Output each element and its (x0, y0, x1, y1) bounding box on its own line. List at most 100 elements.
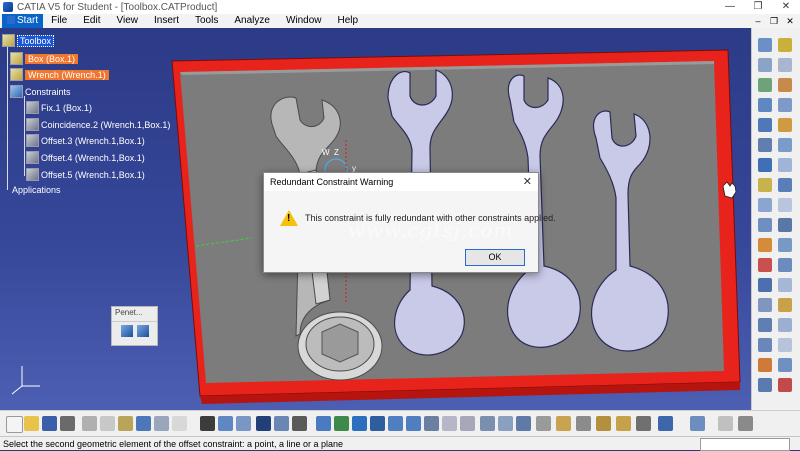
hide-show-icon[interactable] (498, 416, 513, 431)
undo-icon[interactable] (136, 416, 151, 431)
iso-view-icon[interactable] (460, 416, 475, 431)
pan-icon[interactable] (352, 416, 367, 431)
fast-multi-instantiation-icon[interactable] (778, 98, 792, 112)
sketch-icon[interactable] (718, 416, 733, 431)
redo-icon[interactable] (154, 416, 169, 431)
quick-constraint-icon[interactable] (758, 198, 772, 212)
open-icon[interactable] (24, 416, 39, 431)
ok-button[interactable]: OK (465, 249, 525, 266)
measure-between-icon[interactable] (658, 416, 673, 431)
explode-icon[interactable] (758, 298, 772, 312)
update-icon[interactable] (758, 238, 772, 252)
shading-icon[interactable] (480, 416, 495, 431)
material-icon[interactable] (556, 416, 571, 431)
ground-icon[interactable] (636, 416, 651, 431)
publication-icon[interactable] (758, 338, 772, 352)
rotate-icon[interactable] (370, 416, 385, 431)
angle-icon[interactable] (778, 158, 792, 172)
offset-icon[interactable] (758, 158, 772, 172)
reorder-icon[interactable] (778, 78, 792, 92)
space-analysis-icon[interactable] (758, 378, 772, 392)
comment-icon[interactable] (236, 416, 251, 431)
clash-check-icon[interactable] (778, 238, 792, 252)
formula-icon[interactable] (200, 416, 215, 431)
close-button[interactable]: ✕ (772, 0, 800, 14)
replace-component-icon[interactable] (758, 78, 772, 92)
menu-help[interactable]: Help (330, 14, 367, 28)
save-icon[interactable] (42, 416, 57, 431)
text-icon[interactable] (778, 318, 792, 332)
dialog-close-button[interactable]: ✕ (523, 173, 532, 191)
copy-icon[interactable] (100, 416, 115, 431)
command-input[interactable] (700, 438, 790, 451)
menu-analyze[interactable]: Analyze (226, 14, 278, 28)
tree-node-offset-4[interactable]: Offset.4 (Wrench.1,Box.1) (26, 151, 145, 164)
fix-together-icon[interactable] (778, 178, 792, 192)
apply-material-icon[interactable] (616, 416, 631, 431)
tree-node-fix[interactable]: Fix.1 (Box.1) (26, 101, 92, 114)
render-style-icon[interactable] (536, 416, 551, 431)
flexible-icon[interactable] (778, 198, 792, 212)
tree-node-constraints[interactable]: Constraints (10, 85, 71, 98)
doc-restore-button[interactable]: ❐ (768, 15, 780, 27)
snap-icon[interactable] (778, 118, 792, 132)
multi-instantiation-icon[interactable] (758, 98, 772, 112)
measure-icon[interactable] (758, 278, 772, 292)
menu-file[interactable]: File (43, 14, 75, 28)
gear-assembly-icon[interactable] (758, 38, 772, 52)
tree-node-wrench[interactable]: Wrench (Wrench.1) (10, 68, 109, 81)
bom-icon[interactable] (758, 358, 772, 372)
doc-minimize-button[interactable]: – (752, 15, 764, 27)
doc-close-button[interactable]: ✕ (784, 15, 796, 27)
paste-icon[interactable] (118, 416, 133, 431)
section-icon[interactable] (758, 258, 772, 272)
restore-button[interactable]: ❐ (744, 0, 772, 14)
swap-visible-space-icon[interactable] (516, 416, 531, 431)
scene-icon[interactable] (778, 298, 792, 312)
catalog-icon[interactable] (274, 416, 289, 431)
product-tool-icon[interactable] (778, 38, 792, 52)
menu-tools[interactable]: Tools (187, 14, 226, 28)
multi-view-icon[interactable] (442, 416, 457, 431)
depth-effect-icon[interactable] (596, 416, 611, 431)
menu-insert[interactable]: Insert (146, 14, 187, 28)
penetration-panel[interactable]: Penet... (111, 306, 158, 346)
whats-this-icon[interactable] (172, 416, 187, 431)
clash-icon[interactable] (121, 325, 133, 337)
tree-node-box[interactable]: Box (Box.1) (10, 52, 79, 65)
zoom-out-icon[interactable] (406, 416, 421, 431)
existing-component-icon[interactable] (758, 58, 772, 72)
normal-view-icon[interactable] (424, 416, 439, 431)
menu-window[interactable]: Window (278, 14, 330, 28)
tree-node-offset-3[interactable]: Offset.3 (Wrench.1,Box.1) (26, 134, 145, 147)
menu-edit[interactable]: Edit (75, 14, 108, 28)
zoom-in-icon[interactable] (388, 416, 403, 431)
fly-analysis-icon[interactable] (690, 416, 705, 431)
annotation-icon[interactable] (758, 318, 772, 332)
lighting-icon[interactable] (576, 416, 591, 431)
reuse-pattern-icon[interactable] (778, 218, 792, 232)
menu-start[interactable]: Start (2, 14, 44, 28)
tree-node-applications[interactable]: Applications (12, 185, 61, 195)
menu-view[interactable]: View (108, 14, 146, 28)
new-icon[interactable] (6, 416, 23, 433)
fix-icon[interactable] (758, 178, 772, 192)
inertia-icon[interactable] (778, 278, 792, 292)
tree-node-root[interactable]: Toolbox (2, 34, 55, 47)
manipulation-icon[interactable] (758, 118, 772, 132)
tree-node-coincidence[interactable]: Coincidence.2 (Wrench.1,Box.1) (26, 118, 170, 131)
cut-icon[interactable] (82, 416, 97, 431)
knowledge-icon[interactable] (218, 416, 233, 431)
new-part-icon[interactable] (778, 58, 792, 72)
graph-icon[interactable] (292, 416, 307, 431)
coincidence-icon[interactable] (758, 138, 772, 152)
table-icon[interactable] (256, 416, 271, 431)
fit-all-icon[interactable] (334, 416, 349, 431)
change-constraint-icon[interactable] (758, 218, 772, 232)
flag-note-icon[interactable] (778, 338, 792, 352)
print-icon[interactable] (60, 416, 75, 431)
clearance-icon[interactable] (137, 325, 149, 337)
product-knowledge-icon[interactable] (738, 416, 753, 431)
generate-numbering-icon[interactable] (778, 358, 792, 372)
distance-icon[interactable] (778, 258, 792, 272)
